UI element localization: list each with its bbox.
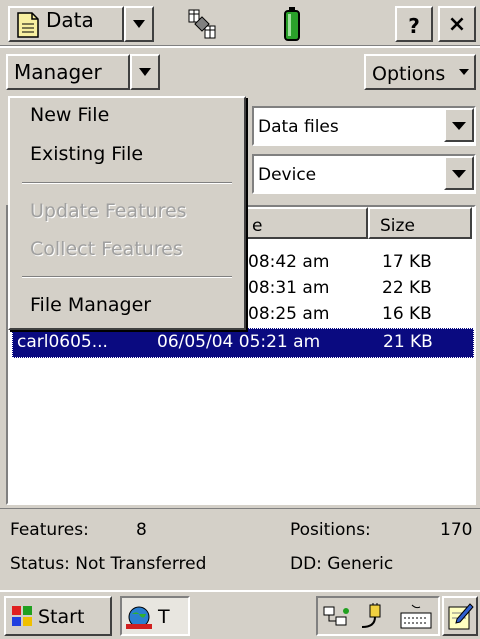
close-icon: × <box>447 12 467 37</box>
satellite-icon[interactable] <box>186 6 220 42</box>
datum-text: DD: Generic <box>290 554 394 574</box>
options-button[interactable]: Options <box>364 54 476 90</box>
file-type-value: Data files <box>258 117 339 137</box>
menu-item-file-manager[interactable]: File Manager <box>30 296 151 315</box>
location-value: Device <box>258 165 317 185</box>
menu-separator <box>22 276 232 278</box>
close-button[interactable]: × <box>438 6 476 42</box>
document-icon <box>17 12 39 38</box>
system-tray <box>316 596 440 636</box>
app-dropdown-button[interactable] <box>124 6 154 42</box>
power-plug-icon[interactable] <box>358 603 392 631</box>
keyboard-icon[interactable] <box>398 603 434 631</box>
transfer-status: Status: Not Transferred <box>10 554 207 574</box>
taskbar-app-button[interactable]: T <box>120 596 190 636</box>
menu-item-update-features: Update Features <box>30 200 187 222</box>
features-label: Features: <box>10 520 89 540</box>
menu-item-existing-file[interactable]: Existing File <box>30 145 143 164</box>
chevron-down-icon <box>459 69 469 75</box>
positions-count: 170 <box>440 520 473 540</box>
manager-label: Manager <box>14 60 102 84</box>
globe-app-icon <box>126 606 152 629</box>
start-button[interactable]: Start <box>4 596 112 636</box>
help-button[interactable]: ? <box>395 6 433 42</box>
location-dropdown[interactable] <box>444 156 474 190</box>
chevron-down-icon <box>139 68 151 76</box>
chevron-down-icon <box>452 122 466 130</box>
connection-icon[interactable] <box>322 603 352 631</box>
windows-logo-icon <box>12 606 32 626</box>
pencil-notepad-icon <box>448 603 474 630</box>
chevron-down-icon <box>452 170 466 178</box>
menu-separator <box>22 182 232 184</box>
menu-item-collect-features: Collect Features <box>30 238 183 260</box>
battery-icon[interactable] <box>282 6 302 42</box>
chevron-down-icon <box>133 20 145 28</box>
table-row-selected[interactable]: carl0605... 06/05/04 05:21 am 21 KB <box>12 328 474 358</box>
column-header-size[interactable]: Size <box>368 207 472 239</box>
menu-item-new-file[interactable]: New File <box>30 106 109 125</box>
app-title: Data <box>46 8 94 32</box>
file-type-dropdown[interactable] <box>444 108 474 142</box>
positions-label: Positions: <box>290 520 371 540</box>
location-select[interactable]: Device <box>252 154 476 194</box>
manager-dropdown-button[interactable] <box>130 54 160 90</box>
options-label: Options <box>372 63 446 85</box>
file-type-select[interactable]: Data files <box>252 106 476 146</box>
notes-button[interactable] <box>442 596 478 636</box>
features-count: 8 <box>136 520 147 540</box>
